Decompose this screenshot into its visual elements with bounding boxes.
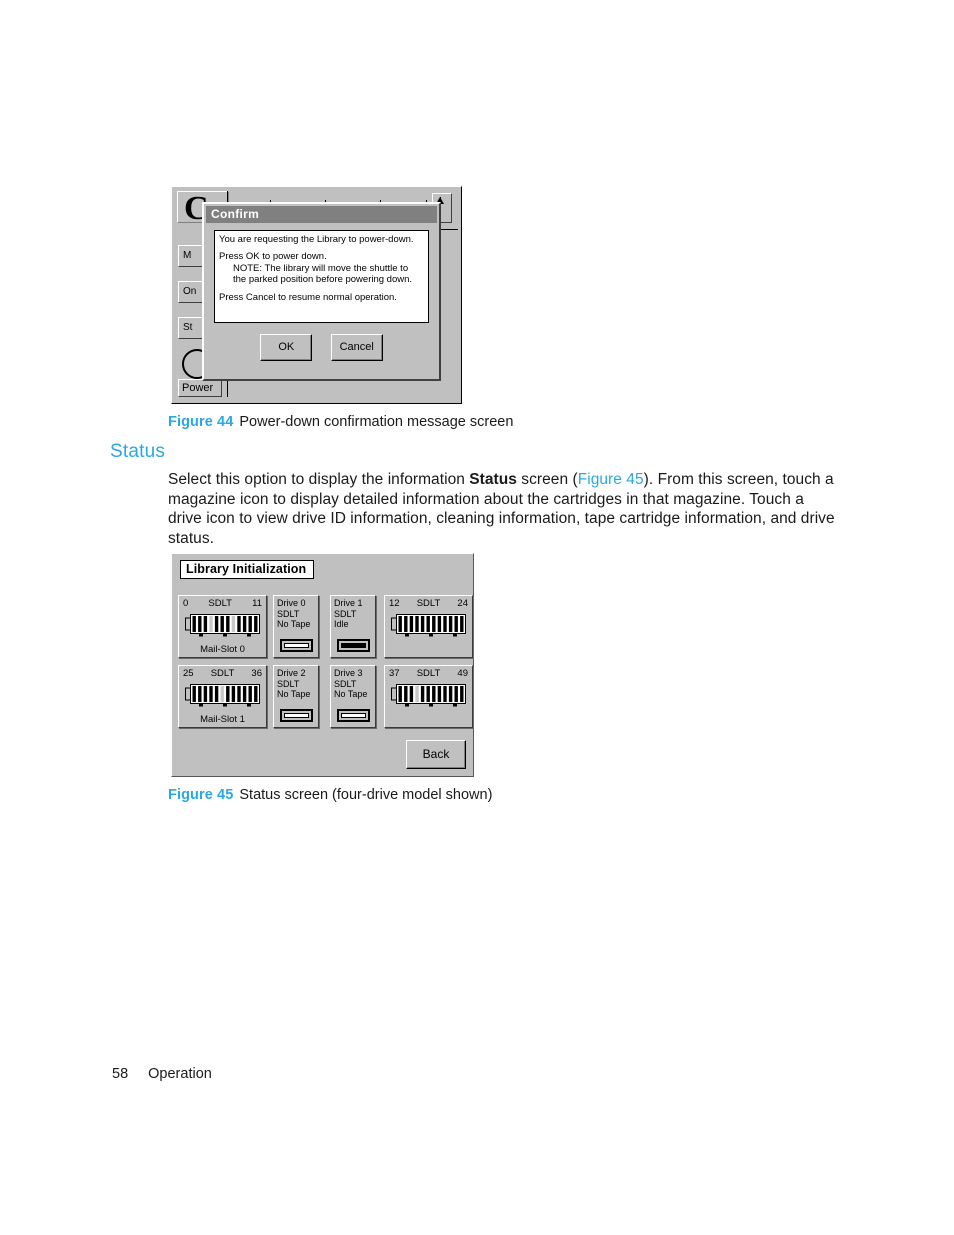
confirm-line-1: You are requesting the Library to power-…	[219, 234, 414, 245]
drive-name: Drive 1	[334, 598, 363, 608]
figure-45-cross-reference-link[interactable]: Figure 45	[578, 471, 644, 488]
magazine-tile-1[interactable]: 12 SDLT 24	[384, 595, 473, 658]
status-tile-grid: 0 SDLT 11 Mail-Slot 0 Drive 0 SDLT No Tape Dr…	[178, 595, 473, 735]
body-text-part-2: screen (	[516, 471, 578, 488]
confirm-dialog-title: Confirm	[206, 206, 437, 223]
figure-caption-text: Power-down confirmation message screen	[239, 414, 514, 430]
magazine-tile-3[interactable]: 37 SDLT 49	[384, 665, 473, 728]
magazine-tile-2[interactable]: 25 SDLT 36 Mail-Slot 1	[178, 665, 267, 728]
magazine-end-slot: 49	[457, 668, 468, 679]
page-number: 58	[112, 1066, 129, 1082]
magazine-cartridges-icon	[185, 614, 260, 637]
confirm-line-4: the parked position before powering down…	[233, 274, 413, 286]
drive-media-type: SDLT	[277, 678, 300, 689]
magazine-header: 37 SDLT 49	[385, 668, 472, 679]
status-tile-row: 0 SDLT 11 Mail-Slot 0 Drive 0 SDLT No Tape Dr…	[178, 595, 473, 665]
drive-tile-1[interactable]: Drive 1 SDLT Idle	[330, 595, 376, 658]
magazine-start-slot: 12	[389, 598, 400, 609]
magazine-media-type: SDLT	[208, 598, 232, 609]
drive-slot-icon	[337, 709, 370, 722]
confirm-dialog-message: You are requesting the Library to power-…	[214, 230, 429, 323]
magazine-footer-label: Mail-Slot 1	[200, 714, 245, 725]
drive-name: Drive 2	[277, 668, 306, 678]
drive-tile-0[interactable]: Drive 0 SDLT No Tape	[273, 595, 319, 658]
figure-44-caption: Figure 44 Power-down confirmation message…	[168, 414, 513, 430]
body-text-part-1: Select this option to display the inform…	[168, 471, 470, 488]
magazine-tile-0[interactable]: 0 SDLT 11 Mail-Slot 0	[178, 595, 267, 658]
drive-slot-icon	[280, 639, 313, 652]
figure-number: Figure 44	[168, 414, 234, 430]
magazine-cartridges-icon	[391, 684, 466, 707]
cancel-button[interactable]: Cancel	[330, 334, 383, 361]
drive-tile-2[interactable]: Drive 2 SDLT No Tape	[273, 665, 319, 728]
confirm-dialog-buttons: OK Cancel	[204, 334, 439, 361]
magazine-media-type: SDLT	[416, 598, 441, 609]
magazine-start-slot: 37	[389, 668, 400, 679]
magazine-footer-label: Mail-Slot 0	[200, 644, 245, 655]
magazine-header: 25 SDLT 36	[179, 668, 266, 679]
page-section-label: Operation	[148, 1066, 212, 1082]
figure-44-image: C M On St Power Confirm You are requesti…	[171, 186, 462, 404]
drive-media-type: SDLT	[277, 608, 300, 619]
status-screen-title: Library Initialization	[180, 560, 315, 579]
magazine-end-slot: 11	[252, 598, 262, 609]
confirm-dialog: Confirm You are requesting the Library t…	[202, 202, 441, 381]
drive-info: Drive 3 SDLT No Tape	[334, 668, 367, 700]
drive-state: No Tape	[334, 689, 368, 700]
magazine-start-slot: 25	[183, 668, 194, 679]
page-footer: 58 Operation	[112, 1066, 212, 1082]
drive-tile-3[interactable]: Drive 3 SDLT No Tape	[330, 665, 376, 728]
magazine-cartridges-icon	[391, 614, 466, 637]
magazine-end-slot: 24	[457, 598, 468, 609]
drive-info: Drive 1 SDLT Idle	[334, 598, 363, 630]
figure-45-image: Library Initialization 0 SDLT 11 Mail-Slot …	[171, 553, 474, 777]
drive-slot-icon	[280, 709, 313, 722]
drive-state: No Tape	[277, 619, 311, 630]
drive-state: Idle	[334, 619, 349, 630]
body-bold-status: Status	[469, 471, 517, 488]
figure-caption-text: Status screen (four-drive model shown)	[239, 787, 493, 803]
drive-info: Drive 2 SDLT No Tape	[277, 668, 310, 700]
drive-name: Drive 0	[277, 598, 306, 608]
back-button[interactable]: Back	[406, 740, 466, 769]
drive-media-type: SDLT	[334, 678, 357, 689]
magazine-media-type: SDLT	[210, 668, 235, 679]
status-tile-row: 25 SDLT 36 Mail-Slot 1 Drive 2 SDLT No Tape D…	[178, 665, 473, 735]
confirm-line-2: Press OK to power down.	[219, 251, 327, 263]
magazine-cartridges-icon	[185, 684, 260, 707]
figure-45-caption: Figure 45 Status screen (four-drive model…	[168, 787, 492, 803]
ok-button[interactable]: OK	[260, 334, 313, 361]
confirm-line-3: NOTE: The library will move the shuttle …	[233, 262, 409, 274]
drive-slot-icon	[337, 639, 370, 652]
power-button[interactable]: Power	[178, 379, 222, 397]
magazine-end-slot: 36	[251, 668, 262, 679]
drive-name: Drive 3	[334, 668, 363, 678]
drive-media-type: SDLT	[334, 608, 357, 619]
magazine-media-type: SDLT	[416, 668, 441, 679]
page-section-heading: Status	[110, 441, 166, 462]
magazine-header: 0 SDLT 11	[179, 598, 266, 609]
drive-state: No Tape	[277, 689, 311, 700]
confirm-line-5: Press Cancel to resume normal operation.	[219, 291, 397, 303]
drive-info: Drive 0 SDLT No Tape	[277, 598, 310, 630]
magazine-header: 12 SDLT 24	[385, 598, 472, 609]
section-body-paragraph: Select this option to display the inform…	[168, 470, 840, 548]
figure-number: Figure 45	[168, 787, 234, 803]
